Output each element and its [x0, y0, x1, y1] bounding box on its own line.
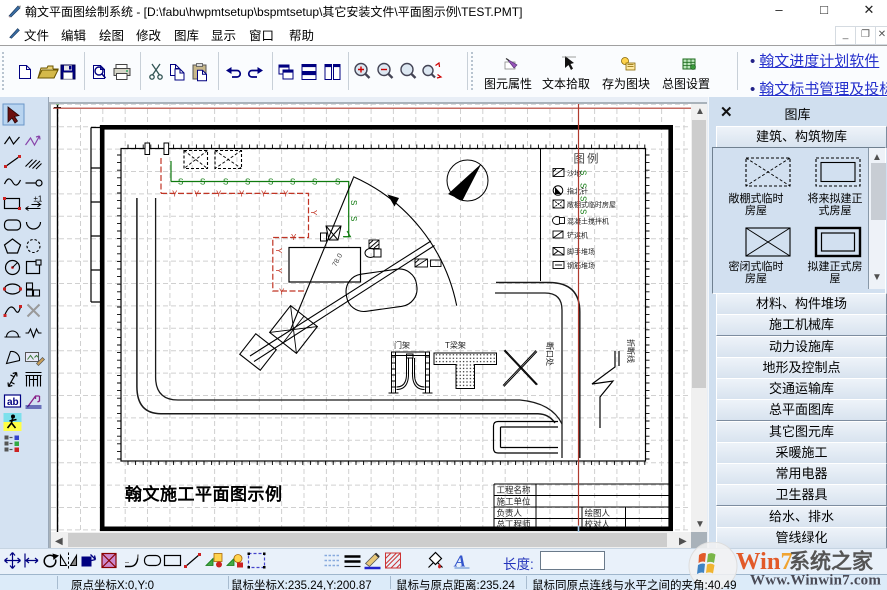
- svg-text:校对人: 校对人: [585, 519, 611, 529]
- svg-text:混凝土搅拌机: 混凝土搅拌机: [567, 217, 609, 226]
- svg-text:工程名称: 工程名称: [497, 485, 532, 495]
- svg-text:钢筋堆场: 钢筋堆场: [567, 261, 595, 270]
- svg-text:Y: Y: [261, 190, 267, 199]
- svg-text:断口处: 断口处: [545, 342, 555, 366]
- svg-text:S: S: [579, 209, 588, 214]
- svg-text:S: S: [268, 178, 273, 187]
- svg-text:Www.Winwin7.com: Www.Winwin7.com: [750, 573, 881, 589]
- svg-text:S: S: [349, 216, 358, 221]
- svg-text:S: S: [335, 178, 340, 187]
- svg-text:Y: Y: [216, 190, 222, 199]
- svg-text:Y: Y: [274, 248, 283, 254]
- svg-text:Y: Y: [283, 190, 289, 199]
- svg-text:ab: ab: [7, 397, 19, 408]
- svg-text:铲运机: 铲运机: [567, 231, 588, 240]
- svg-text:Y: Y: [274, 268, 283, 274]
- svg-text:±1: ±1: [34, 195, 43, 204]
- svg-text:S: S: [178, 178, 183, 187]
- svg-text:翰文施工平面图示例: 翰文施工平面图示例: [125, 484, 283, 504]
- svg-text:S: S: [223, 178, 228, 187]
- svg-text:系统之家: 系统之家: [789, 550, 874, 574]
- svg-text:施工单位: 施工单位: [497, 497, 532, 507]
- svg-text:Y: Y: [279, 288, 285, 297]
- svg-text:S: S: [245, 178, 250, 187]
- svg-text:脚手堆场: 脚手堆场: [567, 247, 595, 256]
- svg-text:Y: Y: [194, 190, 200, 199]
- svg-text:Win7: Win7: [736, 548, 793, 575]
- svg-text:S: S: [312, 178, 317, 187]
- svg-text:图例: 图例: [574, 152, 601, 166]
- svg-text:敞棚式临时房屋: 敞棚式临时房屋: [567, 200, 616, 209]
- svg-text:S: S: [200, 178, 205, 187]
- svg-text:负责人: 负责人: [497, 508, 523, 518]
- svg-text:门架: 门架: [394, 340, 410, 350]
- svg-text:绘图人: 绘图人: [585, 508, 611, 518]
- svg-text:S: S: [349, 200, 358, 205]
- svg-text:指北针: 指北针: [567, 187, 588, 196]
- svg-text:总工程师: 总工程师: [497, 519, 532, 529]
- svg-text:Y: Y: [291, 233, 297, 242]
- svg-text:Y: Y: [309, 210, 318, 216]
- svg-text:Y: Y: [172, 190, 178, 199]
- svg-text:S: S: [579, 196, 588, 201]
- svg-text:Y: Y: [239, 190, 245, 199]
- svg-text:S: S: [290, 178, 295, 187]
- svg-text:T梁架: T梁架: [445, 341, 466, 350]
- svg-text:折断线: 折断线: [626, 339, 636, 363]
